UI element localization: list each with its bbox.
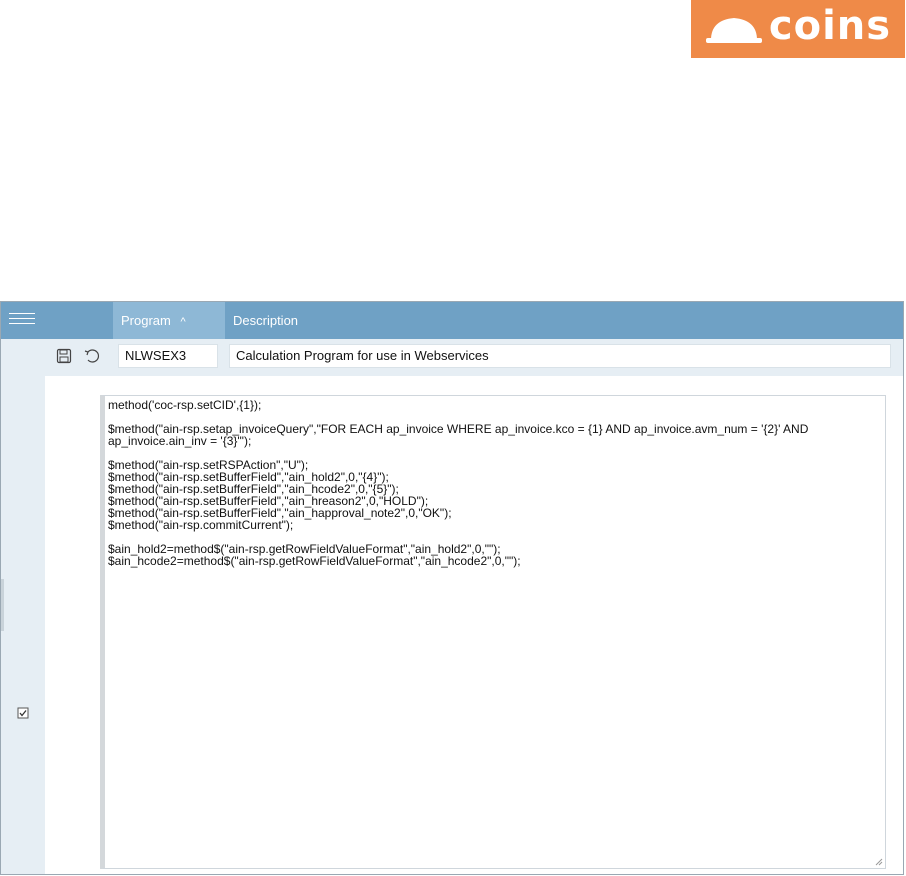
code-text[interactable]: method('coc-rsp.setCID',{1}); $method("a… <box>105 396 885 567</box>
program-field[interactable]: NLWSEX3 <box>118 344 218 368</box>
column-header-program[interactable]: Program ^ <box>113 302 225 339</box>
brand-wordmark: coins <box>768 3 892 49</box>
save-icon[interactable] <box>55 347 73 365</box>
program-editor-panel: Program ^ Description NLWSEX3 Calculatio… <box>0 301 904 875</box>
sort-ascending-icon: ^ <box>180 316 186 328</box>
row-selector-strip <box>1 376 45 874</box>
grid-header: Program ^ Description <box>1 302 903 339</box>
description-field[interactable]: Calculation Program for use in Webservic… <box>229 344 891 368</box>
code-editor[interactable]: method('coc-rsp.setCID',{1}); $method("a… <box>100 395 886 869</box>
hamburger-menu-icon[interactable] <box>9 311 35 331</box>
coins-logo: coins <box>691 0 905 58</box>
program-row: NLWSEX3 Calculation Program for use in W… <box>1 339 903 376</box>
editor-area: method('coc-rsp.setCID',{1}); $method("a… <box>45 376 903 874</box>
scrollbar-thumb[interactable] <box>1 579 4 631</box>
column-header-program-label: Program <box>121 313 171 328</box>
hard-hat-icon <box>705 18 762 43</box>
resize-grip-icon[interactable] <box>875 858 883 866</box>
column-header-description[interactable]: Description <box>233 302 298 339</box>
checkbox-icon[interactable] <box>17 707 29 719</box>
undo-icon[interactable] <box>83 347 101 365</box>
